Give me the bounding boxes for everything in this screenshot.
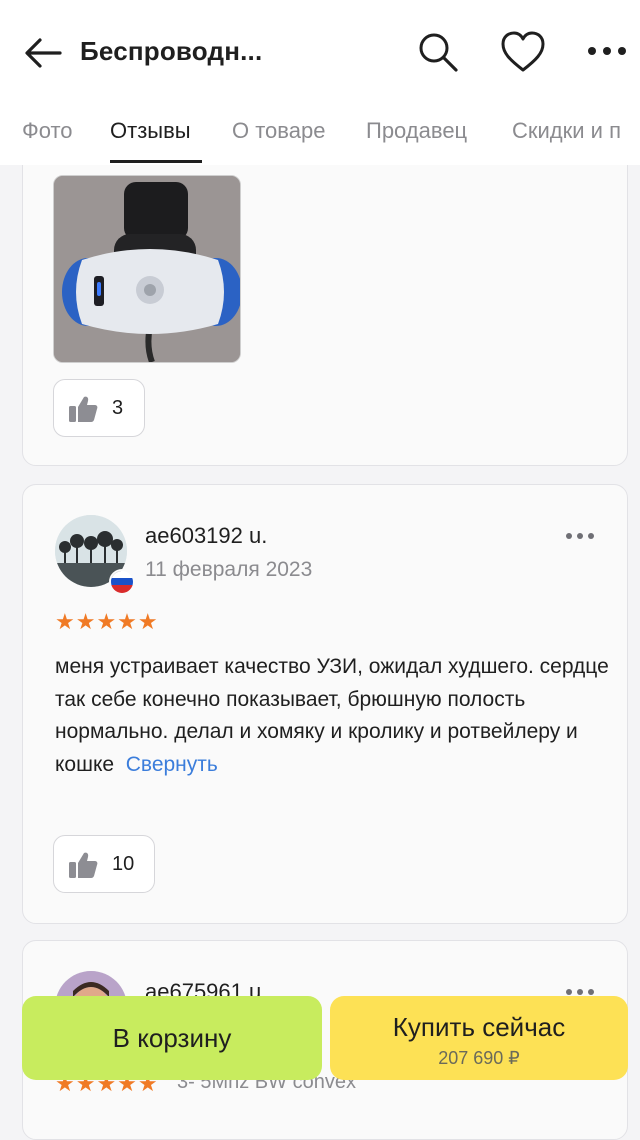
like-button[interactable]: 10: [53, 835, 155, 893]
review-date: 11 февраля 2023: [145, 558, 313, 581]
tabs-bar: Фото Отзывы О товаре Продавец Скидки и п: [0, 112, 640, 164]
active-tab-indicator: [110, 160, 202, 163]
like-button[interactable]: 3: [53, 379, 145, 437]
top-bar: Беспроводн... Фото Отзывы О товаре Прода…: [0, 0, 640, 165]
thumbs-up-icon: [69, 852, 98, 878]
buy-now-price: 207 690 ₽: [438, 1048, 520, 1068]
review-text: меня устраивает качество УЗИ, ожидал худ…: [55, 651, 615, 781]
tab-discounts[interactable]: Скидки и п: [512, 118, 621, 144]
add-to-cart-button[interactable]: В корзину: [22, 996, 322, 1080]
search-icon[interactable]: [416, 30, 460, 74]
review-card: ae603192 u. 11 февраля 2023 ★★★★★ меня у…: [22, 484, 628, 924]
star-rating: ★★★★★: [55, 609, 159, 634]
tab-seller[interactable]: Продавец: [366, 118, 467, 144]
ultrasound-device-image: [54, 176, 240, 362]
page-title: Беспроводн...: [80, 36, 263, 66]
review-photo[interactable]: [53, 175, 241, 363]
more-options-icon[interactable]: [565, 531, 595, 541]
like-count: 10: [112, 853, 135, 875]
collapse-link[interactable]: Свернуть: [126, 753, 218, 776]
review-card: 3: [22, 130, 628, 466]
review-author[interactable]: ae603192 u.: [145, 523, 267, 549]
buy-now-label: Купить сейчас: [392, 1012, 566, 1042]
tab-photo[interactable]: Фото: [22, 118, 73, 144]
thumbs-up-icon: [69, 396, 98, 422]
tab-about-product[interactable]: О товаре: [232, 118, 325, 144]
buy-now-button[interactable]: Купить сейчас 207 690 ₽: [330, 996, 628, 1080]
russia-flag-icon: [109, 569, 135, 595]
more-icon[interactable]: [584, 36, 630, 66]
bottom-action-bar: В корзину Купить сейчас 207 690 ₽: [0, 986, 640, 1089]
heart-icon[interactable]: [500, 30, 546, 74]
tab-reviews[interactable]: Отзывы: [110, 118, 191, 144]
back-arrow-icon[interactable]: [22, 32, 64, 74]
like-count: 3: [112, 397, 124, 419]
